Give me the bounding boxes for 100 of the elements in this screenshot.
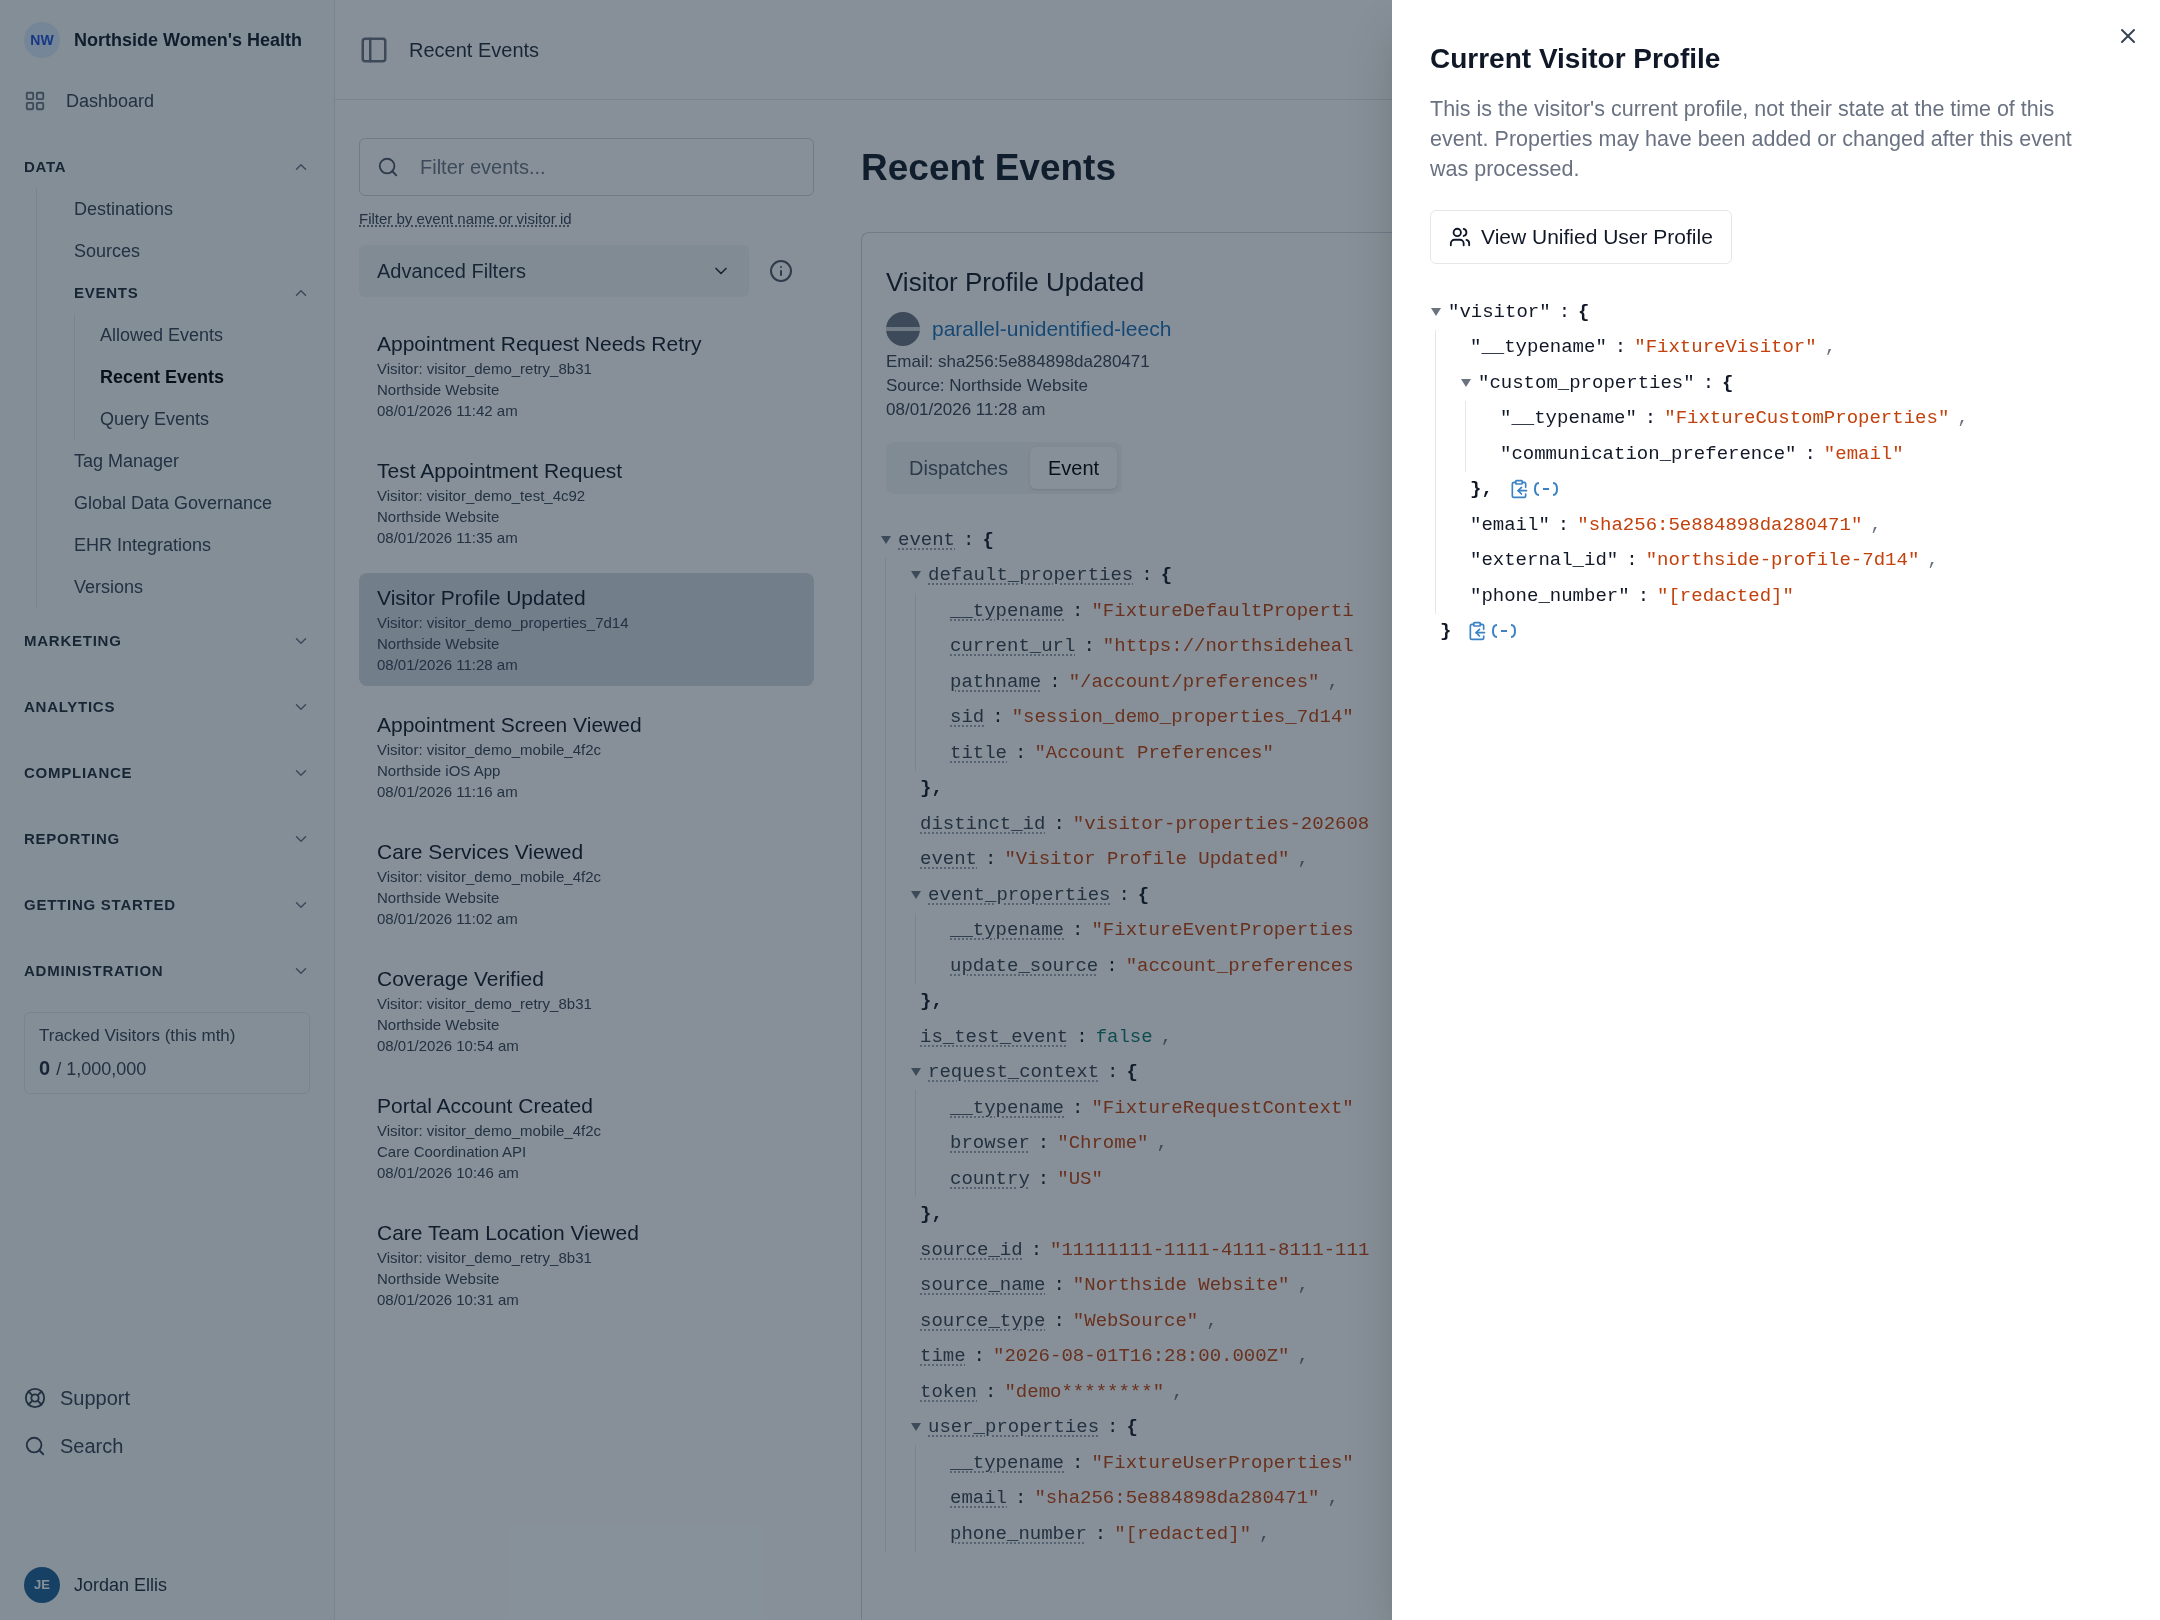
json-separator: : bbox=[1015, 740, 1027, 766]
visitor-link[interactable]: parallel-unidentified-leech bbox=[932, 313, 1172, 345]
json-separator: : bbox=[1015, 1486, 1027, 1511]
footer-nav-item[interactable]: Search bbox=[24, 1422, 310, 1470]
json-brace: { bbox=[1126, 1060, 1138, 1085]
caret-icon[interactable] bbox=[910, 889, 922, 900]
json-key: update_source bbox=[950, 951, 1099, 980]
event-title: Visitor Profile Updated bbox=[377, 584, 587, 611]
json-value: "FixtureUserProperties" bbox=[1091, 1450, 1354, 1476]
event-list-item[interactable]: Visitor Profile Updated Visitor: visitor_demo_properties_7d14 Northside Website 08/01/2026 11:28 am bbox=[359, 572, 814, 686]
collapse-icon[interactable] bbox=[1532, 481, 1559, 498]
json-separator: : bbox=[1053, 1308, 1065, 1334]
json-key: request_context bbox=[928, 1058, 1100, 1087]
nav-item[interactable]: Query Events bbox=[100, 398, 310, 440]
event-source: Northside Website bbox=[377, 379, 501, 400]
json-brace: }, bbox=[920, 989, 943, 1014]
json-separator: : bbox=[1072, 918, 1084, 943]
event-time: 08/01/2026 11:35 am bbox=[377, 527, 519, 548]
json-value: "sha256:5e884898da280471" bbox=[1034, 1486, 1320, 1511]
section-header[interactable]: MARKETING bbox=[24, 608, 310, 674]
caret-icon[interactable] bbox=[880, 534, 892, 545]
caret-icon[interactable] bbox=[1430, 306, 1442, 317]
caret-icon[interactable] bbox=[910, 570, 922, 581]
json-key: email bbox=[950, 1484, 1007, 1513]
event-time: 08/01/2026 10:46 am bbox=[377, 1162, 520, 1183]
nav-item[interactable]: Tag Manager bbox=[74, 440, 310, 482]
json-key: __typename bbox=[950, 916, 1065, 945]
json-comma: , bbox=[1327, 1486, 1339, 1511]
json-separator: : bbox=[1037, 1166, 1050, 1192]
json-value: "/account/preferences" bbox=[1068, 669, 1320, 695]
section-header[interactable]: ANALYTICS bbox=[24, 674, 310, 740]
json-value: "Account Preferences" bbox=[1034, 740, 1274, 766]
section-header[interactable]: COMPLIANCE bbox=[24, 740, 310, 806]
json-key: time bbox=[920, 1342, 966, 1371]
event-visitor: Visitor: visitor_demo_retry_8b31 bbox=[377, 993, 593, 1014]
json-key: "external_id" bbox=[1470, 546, 1619, 575]
json-brace: } bbox=[1440, 619, 1452, 644]
info-icon[interactable] bbox=[769, 258, 793, 283]
json-value: "[redacted]" bbox=[1657, 583, 1794, 609]
nav-item[interactable]: Dashboard bbox=[24, 80, 310, 122]
nav-item[interactable]: Versions bbox=[74, 566, 310, 608]
nav-item[interactable]: Recent Events bbox=[100, 356, 310, 398]
json-separator: : bbox=[1037, 1131, 1050, 1156]
event-source: Northside Website bbox=[377, 887, 501, 908]
json-comma: , bbox=[1957, 406, 1969, 431]
json-key: default_properties bbox=[928, 561, 1134, 590]
json-value: "2026-08-01T16:28:00.000Z" bbox=[993, 1344, 1290, 1369]
section-header[interactable]: GETTING STARTED bbox=[24, 872, 310, 938]
json-value: "FixtureEventProperties bbox=[1091, 918, 1354, 943]
filter-field[interactable]: Filter events... bbox=[359, 138, 814, 196]
event-source: Care Coordination API bbox=[377, 1141, 528, 1162]
event-source: Northside Website bbox=[377, 1014, 501, 1035]
event-visitor: Visitor: visitor_demo_mobile_4f2c bbox=[377, 1120, 602, 1141]
backdrop-overlay[interactable] bbox=[0, 0, 1392, 1620]
event-time: 08/01/2026 11:28 am bbox=[377, 654, 519, 675]
caret-icon[interactable] bbox=[910, 1067, 922, 1078]
json-separator: : bbox=[1053, 811, 1065, 837]
view-profile-button[interactable]: View Unified User Profile bbox=[1430, 210, 1732, 264]
caret-icon[interactable] bbox=[1460, 377, 1472, 388]
event-visitor: Visitor: visitor_demo_retry_8b31 bbox=[377, 358, 593, 379]
footer-nav-item[interactable]: Support bbox=[24, 1374, 310, 1422]
detail-time: 08/01/2026 11:28 am bbox=[886, 399, 1047, 421]
nav-item[interactable]: EHR Integrations bbox=[74, 524, 310, 566]
json-separator: : bbox=[985, 1379, 997, 1405]
nav-item[interactable]: Allowed Events bbox=[100, 314, 310, 356]
json-comma: , bbox=[1927, 548, 1939, 573]
json-separator: : bbox=[1614, 335, 1627, 360]
event-visitor: Visitor: visitor_demo_retry_8b31 bbox=[377, 1247, 593, 1268]
event-visitor: Visitor: visitor_demo_properties_7d14 bbox=[377, 612, 630, 633]
event-visitor: Visitor: visitor_demo_test_4c92 bbox=[377, 485, 587, 506]
json-separator: : bbox=[1072, 1450, 1084, 1476]
detail-title: Visitor Profile Updated bbox=[886, 266, 1146, 299]
section-header[interactable]: REPORTING bbox=[24, 806, 310, 872]
json-key: event bbox=[898, 525, 955, 554]
json-brace: { bbox=[1126, 1415, 1138, 1440]
nav-item[interactable]: Global Data Governance bbox=[74, 482, 310, 524]
collapse-icon[interactable] bbox=[1491, 623, 1518, 640]
section-header[interactable]: ADMINISTRATION bbox=[24, 938, 310, 1004]
json-separator: : bbox=[1118, 882, 1130, 908]
detail-tab[interactable]: Event bbox=[1029, 447, 1118, 489]
json-value: "Chrome" bbox=[1057, 1131, 1149, 1156]
json-key: "communication_preference" bbox=[1500, 439, 1797, 468]
detail-tab[interactable]: Dispatches bbox=[891, 447, 1026, 489]
copy-icon[interactable] bbox=[1467, 621, 1488, 642]
caret-icon[interactable] bbox=[910, 1422, 922, 1433]
advanced-filters-dropdown[interactable]: Advanced Filters bbox=[359, 244, 749, 297]
json-separator: : bbox=[1558, 299, 1571, 325]
search-icon bbox=[24, 1435, 46, 1457]
json-key: event_properties bbox=[928, 880, 1111, 909]
drawer-title: Current Visitor Profile bbox=[1430, 42, 1722, 76]
json-comma: , bbox=[1156, 1131, 1168, 1156]
json-brace: { bbox=[1160, 563, 1173, 588]
event-time: 08/01/2026 10:54 am bbox=[377, 1035, 520, 1056]
json-key: __typename bbox=[950, 596, 1065, 625]
nav-item[interactable]: Sources bbox=[74, 230, 310, 272]
json-key: event bbox=[920, 845, 977, 874]
filter-hint: Filter by event name or visitor id bbox=[359, 209, 573, 229]
nav-group-header[interactable]: EVENTS bbox=[74, 272, 310, 314]
json-key: "custom_properties" bbox=[1478, 368, 1695, 397]
json-separator: : bbox=[1644, 406, 1657, 431]
